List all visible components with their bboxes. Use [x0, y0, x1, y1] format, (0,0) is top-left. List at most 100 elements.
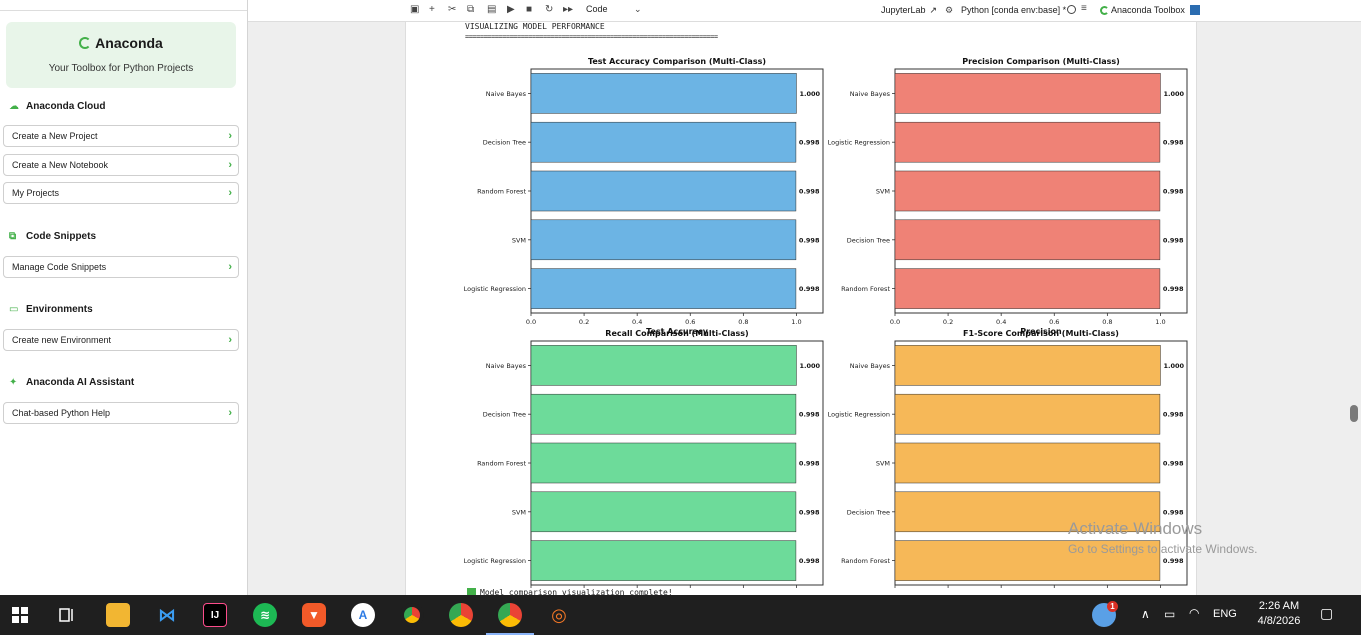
chrome-profile-2-icon[interactable] [498, 603, 522, 627]
y-tick-label: Random Forest [841, 557, 890, 565]
y-tick-label: Naive Bayes [850, 90, 891, 98]
app-store-icon[interactable]: A [351, 603, 375, 627]
chrome-profile-icon[interactable] [449, 603, 473, 627]
stop-icon[interactable]: ■ [526, 4, 532, 15]
manage-snippets-button[interactable]: Manage Code Snippets › [3, 256, 239, 278]
data-label: 0.998 [799, 188, 820, 196]
jupyter-icon[interactable]: ◎ [547, 603, 571, 627]
anaconda-logo-icon [1100, 5, 1109, 15]
bar [894, 268, 1161, 309]
create-project-button[interactable]: Create a New Project › [3, 125, 239, 147]
bar [530, 268, 797, 309]
cut-icon[interactable]: ✂ [448, 4, 456, 15]
data-label: 0.998 [799, 460, 820, 468]
kernel-name[interactable]: Python [conda env:base] * [961, 5, 1066, 15]
my-projects-button[interactable]: My Projects › [3, 182, 239, 204]
data-label: 0.998 [799, 236, 820, 244]
y-tick-label: Naive Bayes [850, 362, 891, 370]
cell-type-select[interactable]: Code [586, 4, 608, 14]
paste-icon[interactable]: ▤ [487, 4, 496, 15]
data-label: 0.998 [799, 285, 820, 293]
data-label: 0.998 [1163, 460, 1184, 468]
restart-icon[interactable]: ↻ [545, 4, 553, 15]
brave-icon[interactable]: ▼ [302, 603, 326, 627]
intellij-icon[interactable]: IJ [203, 603, 227, 627]
y-tick-label: Logistic Regression [828, 411, 890, 419]
copy-icon[interactable]: ⧉ [467, 4, 474, 15]
bar [530, 121, 797, 163]
y-tick-label: SVM [512, 508, 526, 516]
cloud-icon: ☁ [9, 101, 19, 112]
brand-logo: Anaconda [79, 35, 163, 51]
language-indicator[interactable]: ENG [1213, 608, 1237, 620]
add-cell-icon[interactable]: + [429, 4, 435, 15]
jupyterlab-link[interactable]: JupyterLab ↗ [881, 5, 937, 16]
x-tick-label: 0.6 [685, 318, 695, 326]
x-tick-label: 0.8 [1102, 318, 1112, 326]
chevron-right-icon: › [228, 407, 232, 419]
output-rule: ========================================… [465, 33, 718, 41]
code-icon: ⧉ [9, 231, 17, 242]
gear-icon[interactable]: ⚙ [945, 5, 953, 16]
anaconda-logo-icon [79, 37, 92, 49]
create-environment-button[interactable]: Create new Environment › [3, 329, 239, 351]
data-label: 0.998 [1163, 188, 1184, 196]
data-label: 1.000 [799, 362, 820, 370]
x-tick-label: 0.0 [890, 318, 900, 326]
notifications-icon[interactable]: ▢ [1320, 605, 1333, 622]
bar [530, 345, 797, 386]
data-label: 0.998 [1163, 557, 1184, 565]
wifi-icon[interactable]: ◠ [1189, 606, 1199, 620]
chevron-up-icon[interactable]: ∧ [1141, 607, 1150, 621]
data-label: 1.000 [799, 90, 820, 98]
y-tick-label: Decision Tree [483, 139, 526, 147]
data-label: 0.998 [1163, 285, 1184, 293]
bar [530, 491, 797, 533]
bar [894, 73, 1161, 114]
bar [894, 393, 1161, 435]
run-icon[interactable]: ▶ [507, 4, 515, 15]
section-title-environments: ▭ Environments [9, 304, 93, 315]
section-title-cloud: ☁ Anaconda Cloud [9, 101, 106, 112]
battery-icon[interactable]: ▭ [1164, 607, 1175, 621]
y-tick-label: SVM [876, 460, 890, 468]
external-link-icon: ↗ [929, 5, 938, 15]
chevron-right-icon: › [228, 261, 232, 273]
bar [894, 121, 1161, 163]
scrollbar-thumb[interactable] [1350, 405, 1358, 422]
chart-panel-1: Precision Comparison (Multi-Class) Naive … [828, 57, 1188, 336]
bar [530, 219, 797, 261]
clock[interactable]: 2:26 AM 4/8/2026 [1253, 599, 1305, 629]
weather-icon[interactable]: 1 [1092, 601, 1118, 627]
chevron-down-icon[interactable]: ⌄ [634, 4, 642, 15]
vscode-icon[interactable]: ⋈ [155, 603, 179, 627]
chevron-right-icon: › [228, 130, 232, 142]
y-tick-label: Logistic Regression [464, 557, 526, 565]
chart-title: Test Accuracy Comparison (Multi-Class) [588, 57, 766, 66]
data-label: 0.998 [799, 139, 820, 147]
data-label: 1.000 [1163, 90, 1184, 98]
save-icon[interactable]: ▣ [410, 4, 419, 15]
chart-panel-0: Test Accuracy Comparison (Multi-Class) Na… [464, 57, 824, 336]
task-view-icon[interactable] [55, 603, 79, 627]
spotify-icon[interactable]: ≋ [253, 603, 277, 627]
bar [894, 442, 1161, 484]
chevron-right-icon: › [228, 187, 232, 199]
chevron-right-icon: › [228, 334, 232, 346]
create-notebook-button[interactable]: Create a New Notebook › [3, 154, 239, 176]
y-tick-label: Decision Tree [483, 411, 526, 419]
fast-forward-icon[interactable]: ▸▸ [563, 4, 573, 15]
file-explorer-icon[interactable] [106, 603, 130, 627]
bar [894, 170, 1161, 212]
kernel-status-icon [1067, 5, 1076, 14]
menu-icon[interactable]: ≡ [1081, 3, 1087, 14]
panel-icon[interactable] [1190, 5, 1200, 15]
anaconda-toolbox-button[interactable]: Anaconda Toolbox [1100, 5, 1185, 15]
windows-start-icon[interactable] [8, 603, 32, 627]
chrome-icon[interactable] [400, 603, 424, 627]
data-label: 0.998 [1163, 508, 1184, 516]
y-tick-label: Naive Bayes [486, 90, 527, 98]
chart-panel-2: Recall Comparison (Multi-Class) Naive Bay… [464, 329, 824, 588]
output-cell: VISUALIZING MODEL PERFORMANCE ==========… [405, 22, 1197, 597]
chat-python-help-button[interactable]: Chat-based Python Help › [3, 402, 239, 424]
